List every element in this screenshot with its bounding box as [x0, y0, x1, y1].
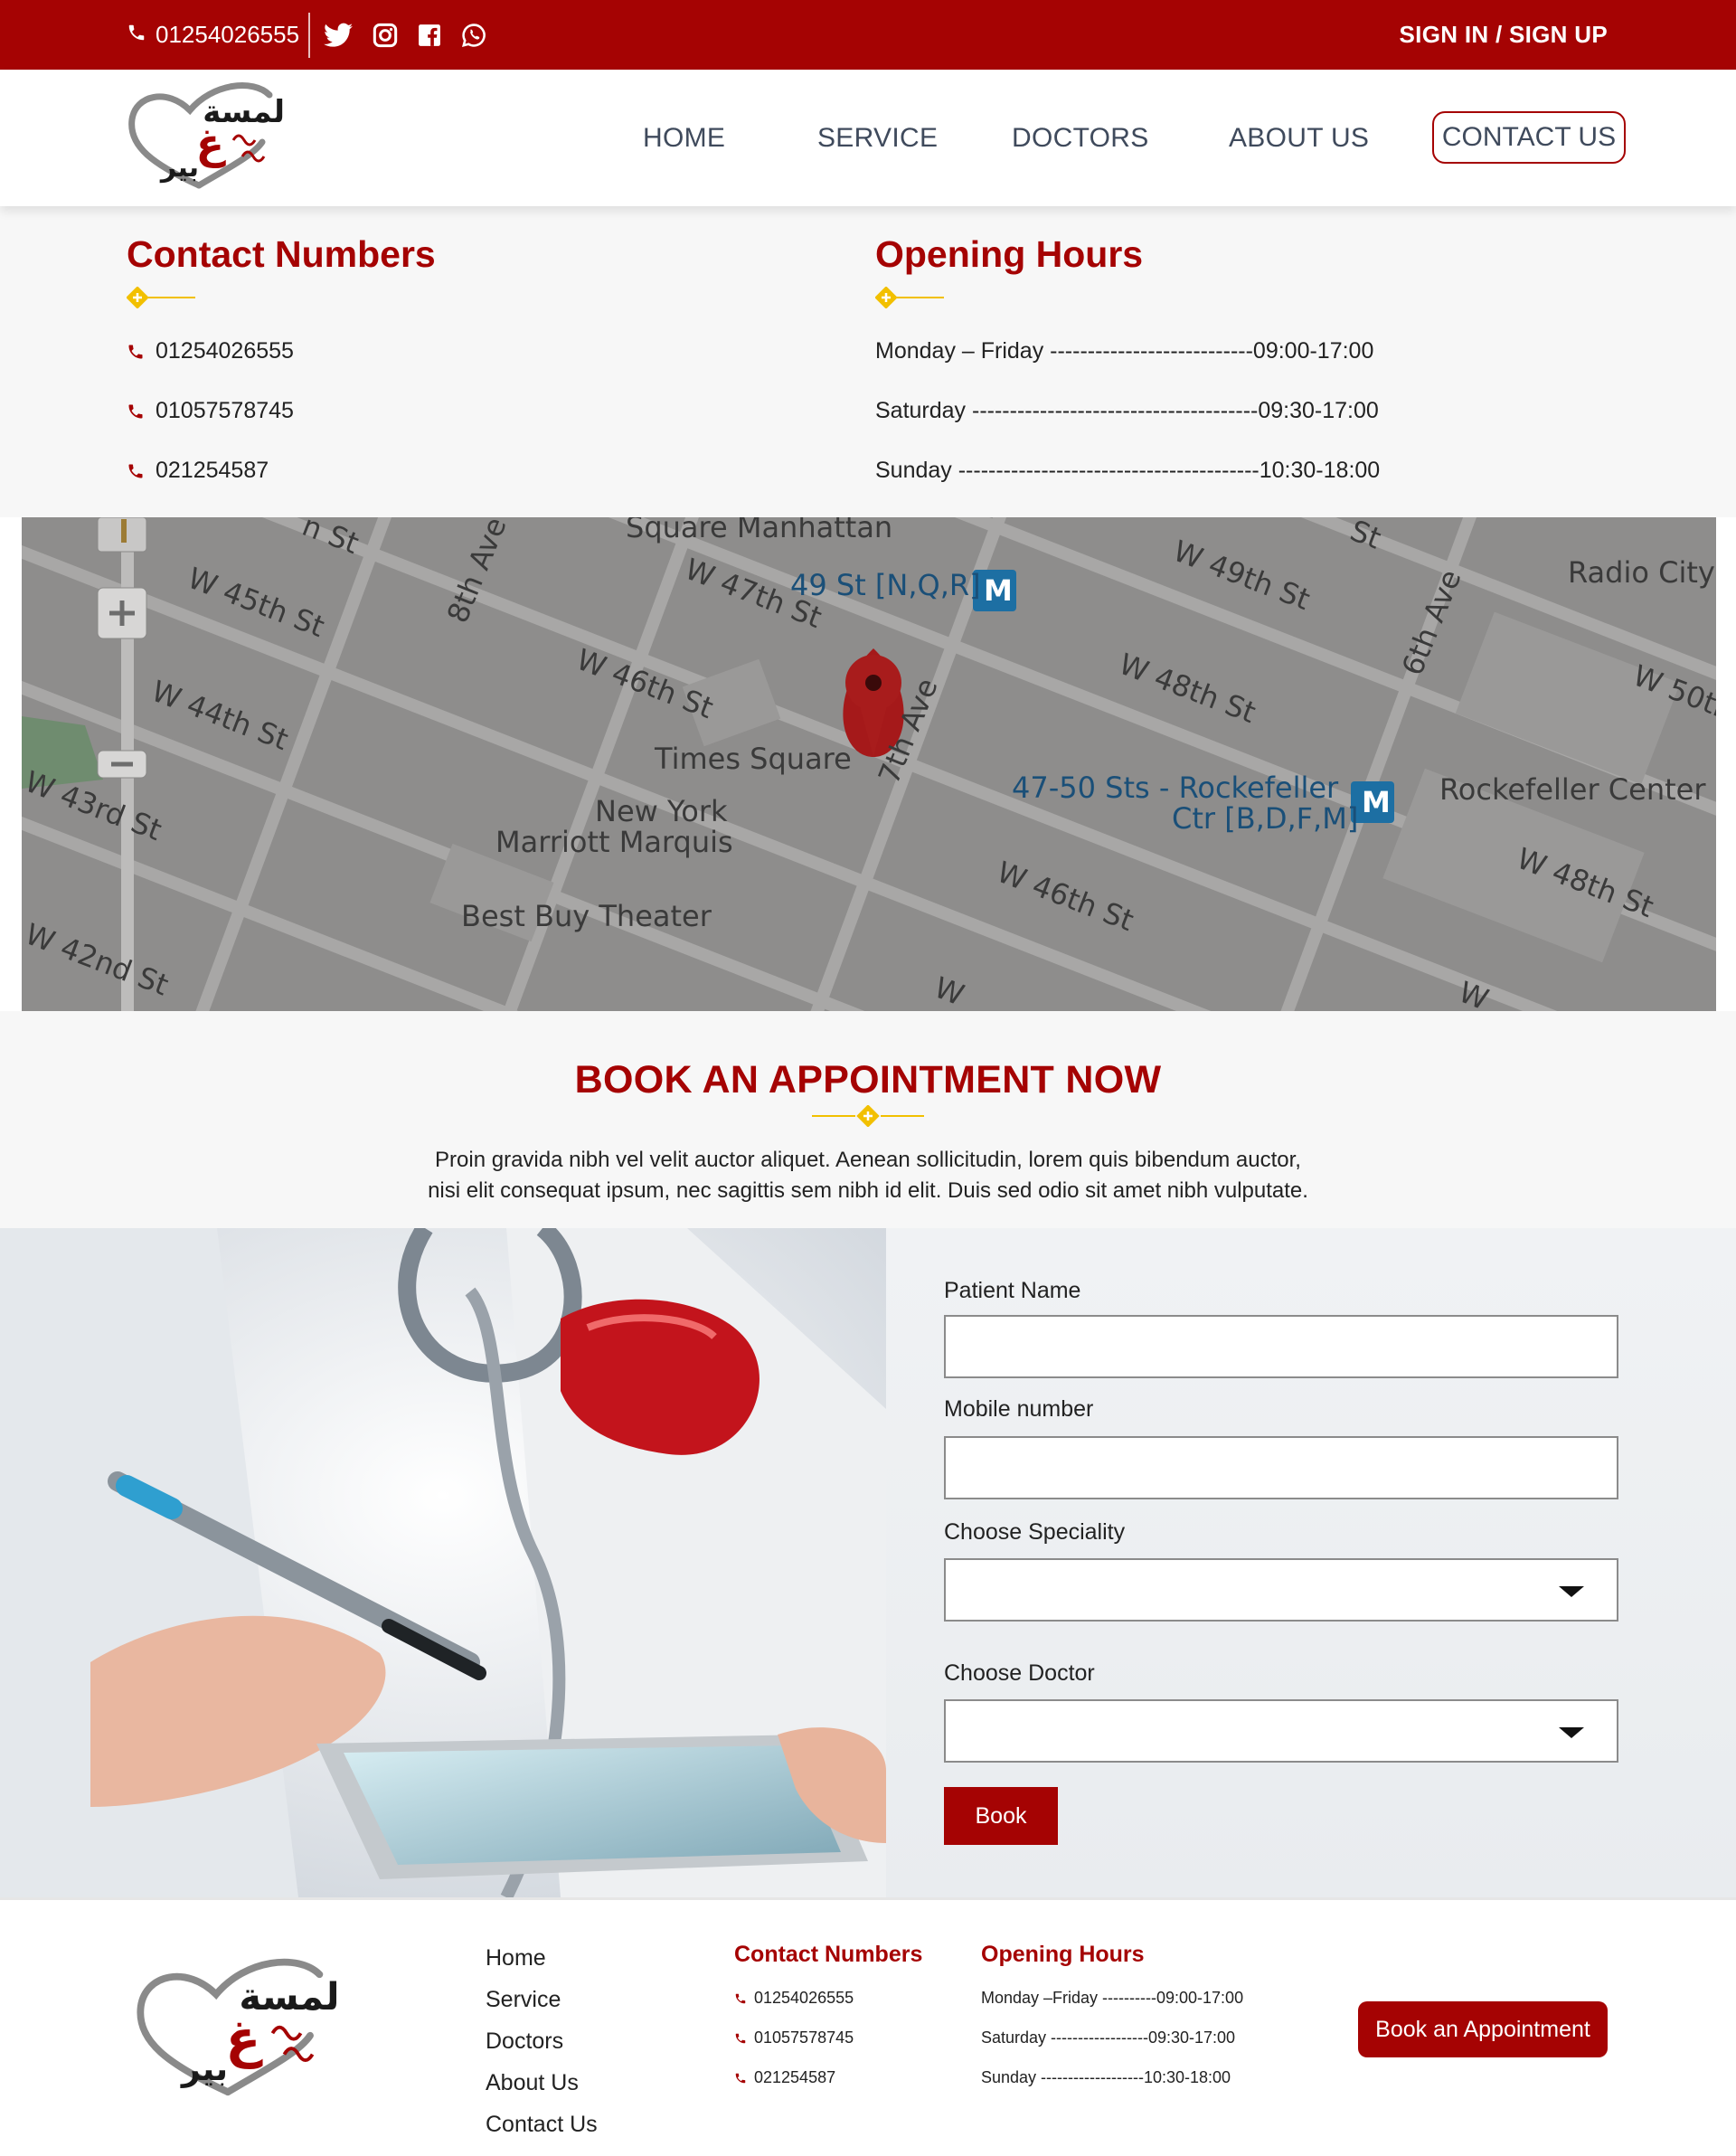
booking-description-line: nisi elit consequat ipsum, nec sagittis …	[428, 1178, 1308, 1203]
booking-form-section: Patient Name Mobile number Choose Specia…	[0, 1228, 1736, 1897]
twitter-icon[interactable]	[324, 23, 353, 48]
chevron-down-icon	[1559, 1727, 1584, 1738]
phone-icon	[128, 345, 143, 358]
map-label: Marriott Marquis	[495, 825, 733, 859]
patient-name-label: Patient Name	[944, 1278, 1081, 1303]
footer-link-service[interactable]: Service	[486, 1987, 561, 2013]
hours-row: Saturday -------------------------------…	[875, 398, 1379, 423]
contact-number-row[interactable]: 021254587	[127, 458, 269, 484]
facebook-icon[interactable]	[418, 24, 441, 47]
nav-contact-us[interactable]: CONTACT US	[1432, 111, 1626, 164]
phone-icon	[735, 1993, 746, 2003]
topbar-phone[interactable]: 01254026555	[127, 0, 299, 70]
topbar-phone-number: 01254026555	[156, 21, 300, 48]
phone-icon	[735, 2073, 746, 2083]
footer-contact-number: 021254587	[754, 2068, 836, 2086]
footer-contact-row[interactable]: 021254587	[734, 2068, 835, 2087]
opening-hours-title: Opening Hours	[875, 233, 1144, 275]
contact-numbers-title: Contact Numbers	[127, 233, 436, 275]
svg-text:بير: بير	[180, 2049, 228, 2088]
phone-icon	[128, 464, 143, 478]
map-label: Rockefeller Center	[1439, 772, 1706, 807]
nav-doctors[interactable]: DOCTORS	[1012, 70, 1149, 206]
booking-heading-section: BOOK AN APPOINTMENT NOW Proin gravida ni…	[0, 1011, 1736, 1228]
contact-number-row[interactable]: 01057578745	[127, 398, 294, 424]
doctor-label: Choose Doctor	[944, 1660, 1095, 1686]
footer-contact-number: 01254026555	[754, 1989, 854, 2007]
map-label: Ctr [B,D,F,M]	[1172, 801, 1359, 836]
booking-description: Proin gravida nibh vel velit auctor aliq…	[416, 1145, 1320, 1206]
mobile-number-label: Mobile number	[944, 1396, 1094, 1422]
footer-hours-row: Saturday ------------------09:30-17:00	[981, 2028, 1236, 2047]
speciality-label: Choose Speciality	[944, 1519, 1126, 1545]
svg-text:غ: غ	[225, 2009, 263, 2069]
instagram-icon[interactable]	[373, 23, 398, 48]
metro-icon: M	[984, 573, 1013, 608]
topbar-divider	[308, 13, 310, 58]
map-label: 47-50 Sts - Rockefeller	[1012, 771, 1339, 805]
patient-name-input[interactable]	[944, 1315, 1618, 1378]
footer-contact-number: 01057578745	[754, 2028, 854, 2047]
contact-info-section: Contact Numbers 01254026555 01057578745 …	[0, 206, 1736, 517]
map-label: Radio City	[1568, 555, 1715, 590]
nav-home[interactable]: HOME	[643, 70, 725, 206]
footer-contact-row[interactable]: 01254026555	[734, 1989, 854, 2008]
title-divider-icon	[127, 287, 195, 308]
svg-text:غ: غ	[196, 119, 227, 168]
footer-contact-row[interactable]: 01057578745	[734, 2028, 854, 2047]
whatsapp-icon[interactable]	[461, 23, 486, 48]
nav-service[interactable]: SERVICE	[817, 70, 938, 206]
doctor-photo	[0, 1228, 886, 1897]
hours-row: Monday – Friday ------------------------…	[875, 338, 1374, 364]
footer-link-about-us[interactable]: About Us	[486, 2070, 579, 2096]
book-button[interactable]: Book	[944, 1787, 1058, 1845]
footer-link-doctors[interactable]: Doctors	[486, 2028, 563, 2055]
hours-row: Sunday ---------------------------------…	[875, 458, 1381, 483]
map-label: New York	[595, 794, 728, 828]
map-label: 49 St [N,Q,R]	[790, 568, 981, 602]
footer-link-home[interactable]: Home	[486, 1945, 546, 1972]
footer-link-contact-us[interactable]: Contact Us	[486, 2112, 598, 2138]
top-bar: 01254026555 SIGN IN / SIGN UP	[0, 0, 1736, 70]
social-links	[324, 0, 486, 70]
contact-number: 01254026555	[156, 338, 294, 364]
footer-hours-row: Sunday -------------------10:30-18:00	[981, 2068, 1231, 2086]
booking-title: BOOK AN APPOINTMENT NOW	[574, 1058, 1162, 1102]
contact-number: 01057578745	[156, 398, 294, 423]
mobile-number-input[interactable]	[944, 1436, 1618, 1499]
location-map[interactable]: Square Manhattan n St W 45th St W 44th S…	[22, 517, 1716, 1011]
map-label: Times Square	[655, 742, 852, 776]
title-divider-icon	[875, 287, 944, 308]
contact-number: 021254587	[156, 458, 269, 483]
phone-icon	[735, 2033, 746, 2043]
metro-icon: M	[1362, 785, 1391, 819]
contact-number-row[interactable]: 01254026555	[127, 338, 294, 364]
footer-hours-title: Opening Hours	[981, 1942, 1145, 1967]
speciality-select[interactable]	[944, 1558, 1618, 1622]
map-label: Best Buy Theater	[461, 899, 712, 933]
footer-hours-row: Monday –Friday ----------09:00-17:00	[981, 1989, 1244, 2007]
footer: لمسة غ بير Home Service Doctors About Us…	[0, 1897, 1736, 2156]
footer-logo[interactable]: لمسة غ بير	[134, 1947, 369, 2110]
booking-description-line: Proin gravida nibh vel velit auctor aliq…	[435, 1148, 1301, 1172]
map-label: Square Manhattan	[626, 517, 893, 544]
phone-icon	[127, 21, 146, 49]
title-divider-icon	[812, 1105, 924, 1127]
doctor-select[interactable]	[944, 1699, 1618, 1763]
chevron-down-icon	[1559, 1586, 1584, 1597]
nav-about-us[interactable]: ABOUT US	[1229, 70, 1369, 206]
brand-logo[interactable]: لمسة غ بير	[127, 79, 307, 194]
phone-icon	[128, 404, 143, 418]
book-appointment-button[interactable]: Book an Appointment	[1358, 2001, 1608, 2057]
main-nav: لمسة غ بير HOME SERVICE DOCTORS ABOUT US…	[0, 70, 1736, 206]
svg-text:بير: بير	[159, 152, 199, 184]
footer-contact-title: Contact Numbers	[734, 1942, 923, 1967]
sign-in-link[interactable]: SIGN IN / SIGN UP	[1400, 0, 1608, 70]
